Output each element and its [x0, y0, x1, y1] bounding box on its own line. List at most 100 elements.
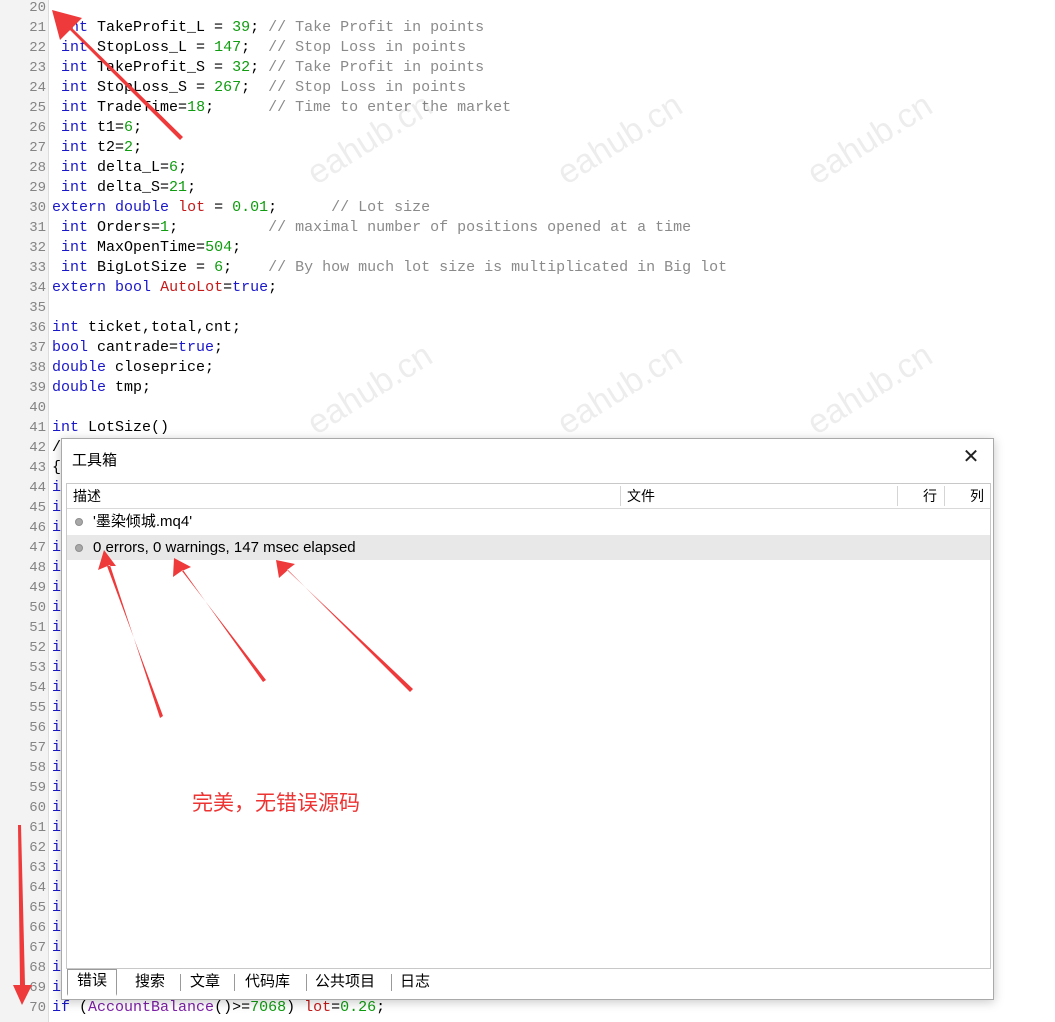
code-token: ; — [133, 139, 143, 156]
tab-errors[interactable]: 错误 — [67, 969, 118, 996]
code-line[interactable]: 38 double closeprice; — [0, 358, 1055, 378]
code-token: = — [205, 199, 233, 216]
line-number: 36 — [29, 320, 46, 336]
line-number: 49 — [29, 580, 46, 596]
code-line[interactable]: 37 bool cantrade=true; — [0, 338, 1055, 358]
code-text: int BigLotSize = 6; // By how much lot s… — [52, 258, 727, 278]
code-line[interactable]: 39 double tmp; — [0, 378, 1055, 398]
code-line[interactable]: 22 int StopLoss_L = 147; // Stop Loss in… — [0, 38, 1055, 58]
column-divider[interactable] — [944, 486, 945, 506]
code-text: i — [52, 538, 61, 558]
code-token: i — [52, 819, 62, 836]
code-line[interactable]: 30 extern double lot = 0.01; // Lot size — [0, 198, 1055, 218]
line-number: 41 — [29, 420, 46, 436]
tab-journal[interactable]: 日志 — [391, 971, 439, 993]
column-header-description[interactable]: 描述 — [73, 484, 101, 508]
code-text: i — [52, 558, 61, 578]
code-token: ; — [376, 999, 386, 1016]
code-token: extern — [52, 199, 107, 216]
code-text: i — [52, 658, 61, 678]
code-line[interactable]: 24 int StopLoss_S = 267; // Stop Loss in… — [0, 78, 1055, 98]
code-line[interactable]: 20 — [0, 0, 1055, 18]
code-text: int TakeProfit_S = 32; // Take Profit in… — [52, 58, 484, 78]
code-token: ; — [250, 59, 269, 76]
code-text: i — [52, 938, 61, 958]
column-divider[interactable] — [897, 486, 898, 506]
code-line[interactable]: 36 int ticket,total,cnt; — [0, 318, 1055, 338]
column-header-line[interactable]: 行 — [923, 484, 937, 508]
line-number: 22 — [29, 40, 46, 56]
code-text: / — [52, 438, 61, 458]
code-token: ; — [178, 159, 188, 176]
code-token: lot — [178, 199, 206, 216]
close-icon[interactable]: ✕ — [959, 445, 983, 469]
code-text: int t2=2; — [52, 138, 142, 158]
code-token: lot — [304, 999, 332, 1016]
column-header-column[interactable]: 列 — [970, 484, 984, 508]
code-text: int TakeProfit_L = 39; // Take Profit in… — [52, 18, 484, 38]
code-text: double tmp; — [52, 378, 151, 398]
code-line[interactable]: 26 int t1=6; — [0, 118, 1055, 138]
line-number: 44 — [29, 480, 46, 496]
code-token: i — [52, 639, 62, 656]
line-number: 50 — [29, 600, 46, 616]
code-line[interactable]: 41 int LotSize() — [0, 418, 1055, 438]
line-number: 56 — [29, 720, 46, 736]
code-line[interactable]: 25 int TradeTime=18; // Time to enter th… — [0, 98, 1055, 118]
message-list[interactable]: 描述 文件 行 列 '墨染倾城.mq4' 0 errors, 0 warning… — [66, 483, 991, 969]
code-text: i — [52, 698, 61, 718]
code-line[interactable]: 70 if (AccountBalance()>=7068) lot=0.26; — [0, 998, 1055, 1018]
code-token: i — [52, 959, 62, 976]
code-token: Orders= — [88, 219, 161, 236]
code-line[interactable]: 29 int delta_S=21; — [0, 178, 1055, 198]
code-line[interactable]: 32 int MaxOpenTime=504; — [0, 238, 1055, 258]
code-line[interactable]: 40 — [0, 398, 1055, 418]
code-line[interactable]: 27 int t2=2; — [0, 138, 1055, 158]
code-token: / — [52, 439, 62, 456]
code-token: AutoLot — [160, 279, 224, 296]
code-token: ; — [205, 99, 269, 116]
code-token: i — [52, 879, 62, 896]
column-divider[interactable] — [620, 486, 621, 506]
code-line[interactable]: 33 int BigLotSize = 6; // By how much lo… — [0, 258, 1055, 278]
line-number: 67 — [29, 940, 46, 956]
code-token: bool — [52, 339, 89, 356]
code-line[interactable]: 34 extern bool AutoLot=true; — [0, 278, 1055, 298]
code-line[interactable]: 28 int delta_L=6; — [0, 158, 1055, 178]
code-token: i — [52, 839, 62, 856]
tab-public-projects[interactable]: 公共项目 — [306, 971, 384, 993]
message-row[interactable]: '墨染倾城.mq4' — [67, 509, 990, 534]
code-line[interactable]: 35 — [0, 298, 1055, 318]
line-number: 20 — [29, 0, 46, 16]
tab-articles[interactable]: 文章 — [181, 971, 229, 993]
code-token: 0.26 — [340, 999, 377, 1016]
code-text: i — [52, 898, 61, 918]
code-token: int — [61, 219, 89, 236]
code-line[interactable]: 23 int TakeProfit_S = 32; // Take Profit… — [0, 58, 1055, 78]
code-line[interactable]: 31 int Orders=1; // maximal number of po… — [0, 218, 1055, 238]
code-token: 18 — [187, 99, 206, 116]
code-token: true — [178, 339, 215, 356]
line-number: 35 — [29, 300, 46, 316]
line-number: 48 — [29, 560, 46, 576]
code-token: ; — [232, 239, 242, 256]
code-token: i — [52, 599, 62, 616]
code-token: i — [52, 539, 62, 556]
code-token: i — [52, 859, 62, 876]
code-token: = — [223, 279, 233, 296]
tab-code-base[interactable]: 代码库 — [236, 971, 299, 993]
message-row-selected[interactable]: 0 errors, 0 warnings, 147 msec elapsed — [67, 535, 990, 560]
toolbox-panel[interactable]: 工具箱 ✕ 描述 文件 行 列 '墨染倾城.mq4' 0 errors, 0 w… — [61, 438, 994, 1000]
code-text: i — [52, 578, 61, 598]
tab-search[interactable]: 搜索 — [126, 971, 174, 993]
code-token: int — [61, 19, 89, 36]
line-number: 61 — [29, 820, 46, 836]
code-text: i — [52, 718, 61, 738]
code-token: true — [232, 279, 269, 296]
code-line[interactable]: 21 int TakeProfit_L = 39; // Take Profit… — [0, 18, 1055, 38]
column-header-file[interactable]: 文件 — [627, 484, 655, 508]
